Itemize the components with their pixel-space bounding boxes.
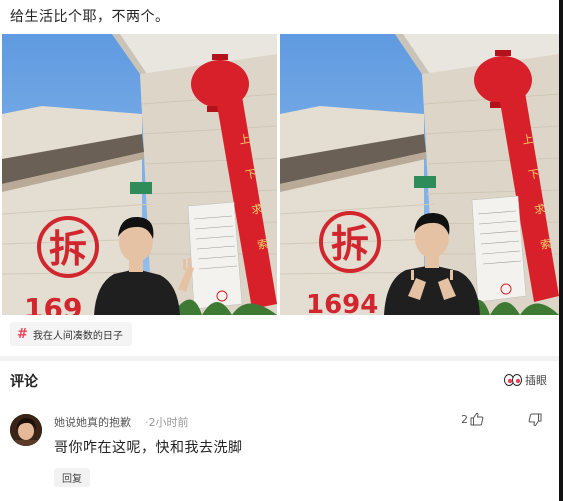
post-text: 给生活比个耶，不两个。: [10, 9, 170, 25]
avatar[interactable]: [10, 414, 42, 446]
comment-time-text: 2小时前: [148, 416, 189, 429]
topic-tag[interactable]: # 我在人间凑数的日子: [10, 322, 132, 346]
svg-text:求: 求: [533, 202, 546, 217]
svg-text:求: 求: [250, 202, 263, 217]
comments-header: 评论 插眼: [0, 366, 559, 394]
dislike-button[interactable]: [528, 412, 542, 431]
section-divider: [0, 356, 559, 361]
painted-number-right: 1694: [306, 290, 378, 315]
eyes-sort-button[interactable]: 插眼: [504, 372, 547, 388]
like-count: 2: [461, 412, 468, 426]
svg-text:下: 下: [244, 167, 257, 182]
painted-number-left: 169: [24, 292, 82, 315]
photo-2[interactable]: 上 下 求 索 拆 1694: [280, 34, 559, 315]
thumbs-down-icon: [528, 413, 542, 427]
photo-grid: 上 下 求 索 拆 169 上 下 求 索 拆 1694: [0, 34, 559, 315]
comments-title: 评论: [10, 374, 38, 390]
eyes-icon: [504, 374, 522, 386]
photo-1[interactable]: 上 下 求 索 拆 169: [2, 34, 277, 315]
comment-text: 哥你咋在这呢，快和我去洗脚: [54, 440, 243, 456]
comment-item: 她说她真的抱歉 ·2小时前 哥你咋在这呢，快和我去洗脚 回复 2: [0, 400, 559, 500]
svg-text:下: 下: [527, 167, 540, 182]
eyes-sort-label: 插眼: [525, 374, 547, 387]
comment-time: ·2小时前: [145, 414, 189, 430]
chai-char-right: 拆: [331, 222, 369, 266]
reply-button[interactable]: 回复: [54, 468, 90, 487]
svg-text:上: 上: [238, 132, 251, 147]
topic-label: 我在人间凑数的日子: [32, 330, 123, 342]
photo-2-image: 上 下 求 索 拆 1694: [280, 34, 559, 315]
post-page: 给生活比个耶，不两个。 上 下 求 索 拆 169 上 下 求 索 拆 1694…: [0, 0, 563, 501]
like-button[interactable]: 2: [461, 412, 484, 426]
photo-1-image: 上 下 求 索 拆 169: [2, 34, 277, 315]
svg-text:上: 上: [521, 132, 534, 147]
hashtag-icon: #: [17, 326, 28, 342]
thumbs-up-icon: [470, 412, 484, 426]
comment-username[interactable]: 她说她真的抱歉: [54, 414, 131, 430]
window-edge: [559, 0, 563, 501]
chai-char-left: 拆: [49, 227, 87, 271]
